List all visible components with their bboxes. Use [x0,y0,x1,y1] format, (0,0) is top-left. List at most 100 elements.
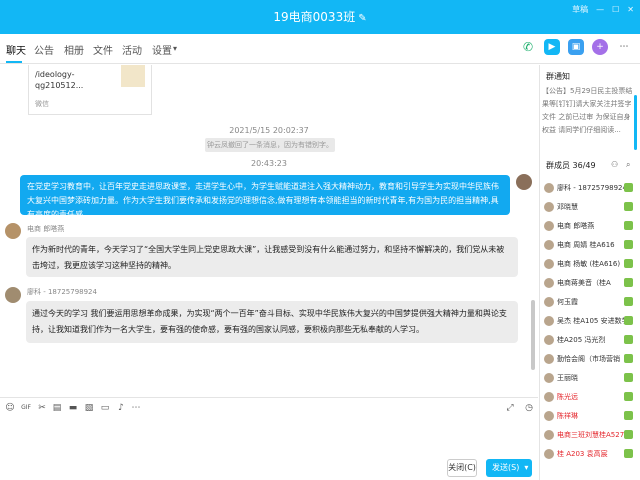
avatar [544,373,554,383]
avatar [544,354,554,364]
avatar [544,430,554,440]
member-badge-icon [624,316,633,325]
expand-icon[interactable]: ⤢ [505,403,515,413]
red-packet-icon[interactable]: ▭ [100,403,110,413]
file-icon[interactable]: ▤ [52,403,62,413]
tab-files[interactable]: 文件 [93,42,113,57]
member-item[interactable]: 电商 郎嗒燕 [544,217,639,235]
member-item[interactable]: 何玉霞 [544,293,639,311]
member-badge-icon [624,392,633,401]
avatar [544,316,554,326]
avatar [544,183,554,193]
member-badge-icon [624,202,633,211]
chat-area[interactable]: /ideology-qg210512... 微信 2021/5/15 20:02… [0,65,538,395]
chevron-down-icon[interactable]: ▾ [524,463,528,472]
member-item[interactable]: 陈祥琳 [544,407,639,425]
chat-scrollbar[interactable] [531,300,535,370]
close-button[interactable]: 关闭(C) [447,459,477,477]
notice-title: 群通知 [546,72,570,81]
member-item[interactable]: 吴杰 桂A105 安进数学 [544,312,639,330]
avatar [544,259,554,269]
member-item[interactable]: 陈光远 [544,388,639,406]
avatar[interactable] [516,174,532,190]
member-badge-icon [624,278,633,287]
recall-notice: 钟云凤撤回了一条消息，因为有错别字。 [205,138,335,152]
sender-name[interactable]: 电商 郎嗒燕 [27,224,64,234]
avatar[interactable] [5,223,21,239]
message-bubble[interactable]: 通过今天的学习 我们要运用思想革命成果，为实现“两个一百年”奋斗目标、实现中华民… [26,301,518,343]
draft-label[interactable]: 草稿 [572,4,588,15]
tab-settings[interactable]: 设置 [152,42,172,57]
tab-chat[interactable]: 聊天 [6,42,26,57]
shared-link-card[interactable]: /ideology-qg210512... 微信 [28,65,152,115]
chevron-down-icon[interactable]: ▾ [173,44,177,53]
member-item[interactable]: 电商 杨敏 (桂A616) [544,255,639,273]
input-toolbar: ☺ GIF ✂ ▤ ▬ ▧ ▭ ♪ ⋯ ⤢ ◷ [0,397,538,419]
panel-scrollbar[interactable] [634,95,637,150]
avatar [544,411,554,421]
history-icon[interactable]: ◷ [524,403,534,413]
member-item[interactable]: 电商蒋美音（桂A [544,274,639,292]
add-app-icon[interactable]: + [592,39,608,55]
member-item[interactable]: 桂 A203 袁高宸 [544,445,639,463]
member-badge-icon [624,335,633,344]
title-bar: 19电商0033班 ✎ 草稿 — ☐ ✕ [0,0,640,34]
window-title: 19电商0033班 ✎ [0,8,640,25]
edit-icon[interactable]: ✎ [358,13,366,24]
gif-icon[interactable]: GIF [21,403,31,413]
phone-icon[interactable]: ✆ [520,39,536,55]
member-badge-icon [624,354,633,363]
members-title: 群成员 36/49 [546,161,596,170]
timestamp: 20:43:23 [251,159,287,168]
more-icon[interactable]: ⋯ [616,39,632,55]
member-badge-icon [624,449,633,458]
image-icon[interactable]: ▧ [84,403,94,413]
avatar [544,221,554,231]
notice-text[interactable]: 【公告】5月29日民主投票结果等[钉钉]请大家关注并签字 文件 之前已过审 为保… [542,85,637,137]
tab-announcement[interactable]: 公告 [34,42,54,57]
send-label[interactable]: 发送(S) [492,463,519,472]
tab-album[interactable]: 相册 [64,42,84,57]
search-icon[interactable]: ⌕ [626,160,630,170]
avatar [544,202,554,212]
member-badge-icon [624,240,633,249]
group-side-panel: 群通知 【公告】5月29日民主投票结果等[钉钉]请大家关注并签字 文件 之前已过… [539,65,640,480]
more-tools-icon[interactable]: ⋯ [131,403,141,413]
emoji-icon[interactable]: ☺ [5,403,15,413]
member-item[interactable]: 桂A205 冯光烈 [544,331,639,349]
member-item[interactable]: 邓晓慧 [544,198,639,216]
member-badge-icon [624,221,633,230]
avatar [544,392,554,402]
active-tab-indicator [6,61,22,63]
voice-icon[interactable]: ♪ [116,403,126,413]
close-icon[interactable]: ✕ [627,5,634,14]
card-link[interactable]: /ideology-qg210512... [35,69,121,91]
avatar [544,449,554,459]
member-badge-icon [624,259,633,268]
tab-activity[interactable]: 活动 [122,42,142,57]
maximize-icon[interactable]: ☐ [612,5,619,14]
member-badge-icon [624,430,633,439]
member-badge-icon [624,183,633,192]
video-call-icon[interactable]: ▶ [544,39,560,55]
sender-name[interactable]: 廖科 - 18725798924 [27,287,97,297]
card-thumbnail [121,65,145,87]
member-item[interactable]: 王丽晓 [544,369,639,387]
member-item[interactable]: 廖科 - 18725798924 [544,179,639,197]
avatar[interactable] [5,287,21,303]
add-member-icon[interactable]: ⚇ [611,160,618,169]
folder-icon[interactable]: ▬ [68,403,78,413]
message-bubble[interactable]: 作为新时代的青年，今天学习了“全国大学生同上党史思政大课”，让我感受到没有什么能… [26,237,518,277]
tab-bar: 聊天 公告 相册 文件 活动 设置 ▾ ✆ ▶ ▣ + ⋯ [0,34,640,64]
member-badge-icon [624,297,633,306]
minimize-icon[interactable]: — [596,5,604,14]
screen-share-icon[interactable]: ▣ [568,39,584,55]
member-item[interactable]: 电商 周婧 桂A616 [544,236,639,254]
message-bubble-self[interactable]: 在党史学习教育中，让百年党史走进思政课堂，走进学生心中，为学生赋能道进注入强大精… [20,175,510,219]
screenshot-icon[interactable]: ✂ [37,403,47,413]
member-item[interactable]: 电商三班刘慧桂A527 [544,426,639,444]
avatar [544,297,554,307]
member-item[interactable]: 勤恰会阁（市场营销 [544,350,639,368]
avatar [544,278,554,288]
send-button[interactable]: 发送(S) ▾ [486,459,532,477]
